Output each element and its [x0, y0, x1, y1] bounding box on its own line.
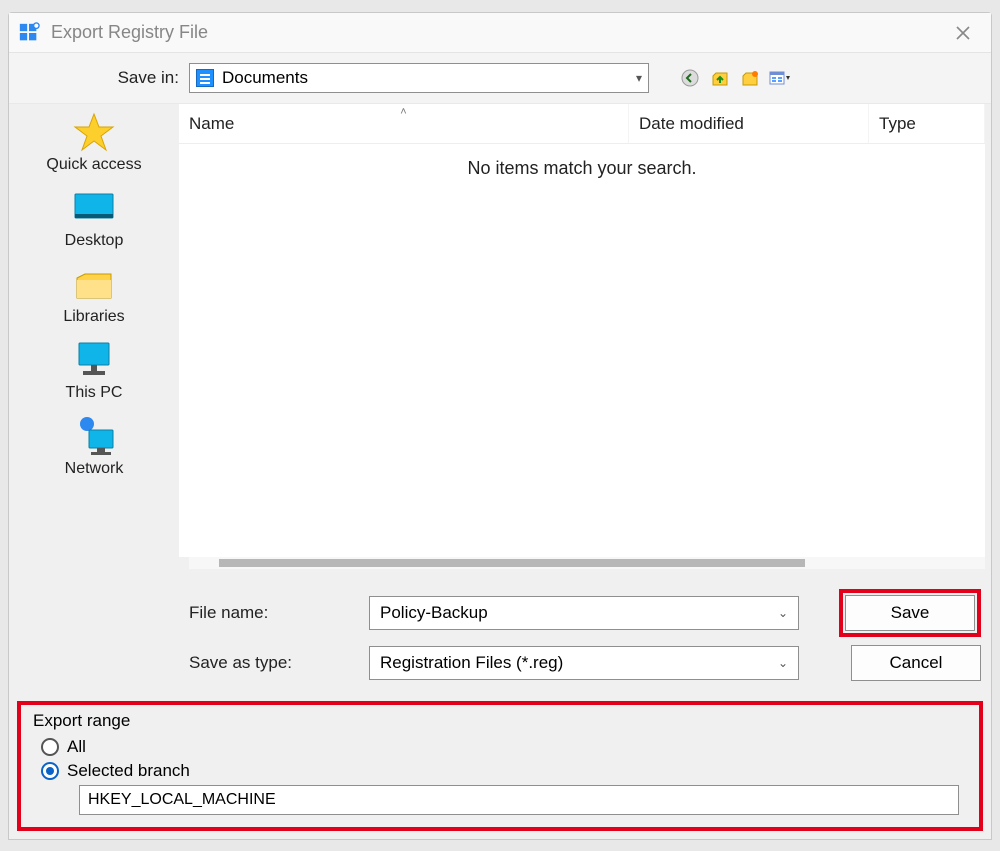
column-name[interactable]: Name ˄ — [179, 104, 629, 143]
chevron-down-icon[interactable]: ⌄ — [778, 606, 788, 620]
file-name-row: File name: Policy-Backup ⌄ Save — [189, 589, 981, 637]
place-this-pc[interactable]: This PC — [19, 336, 169, 406]
up-one-level-button[interactable] — [709, 67, 731, 89]
place-label: Libraries — [63, 308, 124, 326]
place-label: This PC — [66, 384, 123, 402]
save-as-type-label: Save as type: — [189, 653, 349, 673]
place-label: Desktop — [65, 232, 124, 250]
desktop-icon — [70, 188, 118, 228]
selected-branch-field[interactable]: HKEY_LOCAL_MACHINE — [79, 785, 959, 815]
nav-toolbar — [679, 67, 791, 89]
views-button[interactable] — [769, 67, 791, 89]
scrollbar-thumb[interactable] — [219, 559, 805, 567]
save-in-value: Documents — [222, 68, 636, 88]
radio-checked-icon — [41, 762, 59, 780]
export-range-all-radio[interactable]: All — [41, 737, 969, 757]
column-headers: Name ˄ Date modified Type — [179, 104, 985, 144]
file-area: Name ˄ Date modified Type No items match… — [179, 104, 991, 699]
regedit-icon — [17, 21, 41, 45]
selected-branch-value: HKEY_LOCAL_MACHINE — [88, 791, 276, 809]
close-icon — [956, 26, 970, 40]
save-as-type-row: Save as type: Registration Files (*.reg)… — [189, 645, 981, 681]
star-icon — [70, 112, 118, 152]
save-in-row: Save in: Documents ▾ — [9, 53, 991, 104]
save-button-label: Save — [891, 603, 930, 623]
column-name-label: Name — [189, 114, 234, 134]
column-date-modified[interactable]: Date modified — [629, 104, 869, 143]
file-list[interactable]: Name ˄ Date modified Type No items match… — [179, 104, 985, 557]
export-range-group: Export range All Selected branch HKEY_LO… — [17, 701, 983, 831]
place-label: Network — [65, 460, 124, 478]
place-quick-access[interactable]: Quick access — [19, 108, 169, 178]
export-range-legend: Export range — [33, 711, 969, 731]
place-network[interactable]: Network — [19, 412, 169, 482]
file-name-label: File name: — [189, 603, 349, 623]
cancel-button[interactable]: Cancel — [851, 645, 981, 681]
place-label: Quick access — [46, 156, 141, 174]
chevron-down-icon[interactable]: ⌄ — [778, 656, 788, 670]
save-as-type-value: Registration Files (*.reg) — [380, 653, 563, 673]
form-rows: File name: Policy-Backup ⌄ Save — [179, 577, 991, 699]
horizontal-scrollbar[interactable] — [189, 557, 985, 569]
back-button[interactable] — [679, 67, 701, 89]
place-libraries[interactable]: Libraries — [19, 260, 169, 330]
export-range-selected-radio[interactable]: Selected branch — [41, 761, 969, 781]
save-button[interactable]: Save — [845, 595, 975, 631]
save-button-highlight: Save — [839, 589, 981, 637]
close-button[interactable] — [943, 13, 983, 53]
go-up-icon — [711, 69, 729, 87]
new-folder-icon — [741, 69, 759, 87]
empty-list-message: No items match your search. — [179, 144, 985, 193]
save-in-combo[interactable]: Documents ▾ — [189, 63, 649, 93]
column-type[interactable]: Type — [869, 104, 985, 143]
dialog-title: Export Registry File — [51, 22, 943, 43]
views-icon — [769, 69, 791, 87]
save-in-label: Save in: — [59, 68, 179, 88]
column-type-label: Type — [879, 114, 916, 134]
cancel-button-label: Cancel — [890, 653, 943, 673]
back-icon — [681, 69, 699, 87]
place-desktop[interactable]: Desktop — [19, 184, 169, 254]
libraries-icon — [70, 264, 118, 304]
this-pc-icon — [70, 340, 118, 380]
documents-icon — [196, 69, 214, 87]
places-bar: Quick access Desktop Lib — [9, 104, 179, 699]
chevron-down-icon: ▾ — [636, 71, 642, 85]
network-icon — [70, 416, 118, 456]
titlebar: Export Registry File — [9, 13, 991, 53]
save-as-type-field[interactable]: Registration Files (*.reg) ⌄ — [369, 646, 799, 680]
export-registry-dialog: Export Registry File Save in: Documents … — [8, 12, 992, 840]
radio-all-label: All — [67, 737, 86, 757]
dialog-body: Quick access Desktop Lib — [9, 104, 991, 699]
new-folder-button[interactable] — [739, 67, 761, 89]
radio-selected-label: Selected branch — [67, 761, 190, 781]
radio-unchecked-icon — [41, 738, 59, 756]
sort-ascending-icon: ˄ — [400, 106, 406, 118]
column-date-label: Date modified — [639, 114, 744, 134]
file-name-field[interactable]: Policy-Backup ⌄ — [369, 596, 799, 630]
file-name-value: Policy-Backup — [380, 603, 488, 623]
